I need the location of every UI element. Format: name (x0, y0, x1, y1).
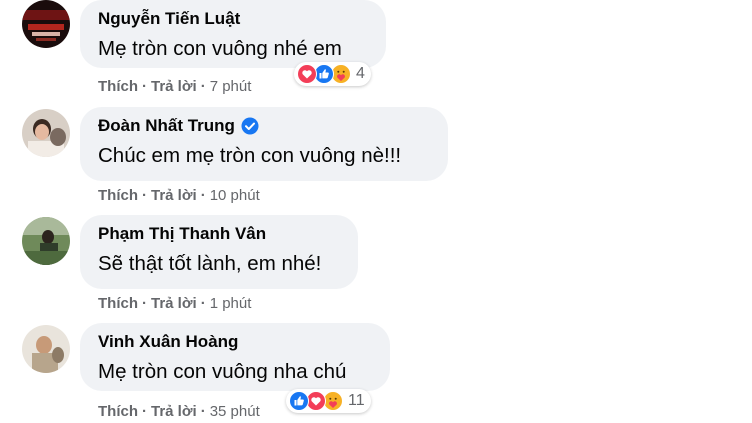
avatar[interactable] (22, 325, 70, 373)
reply-button[interactable]: Trả lời (151, 402, 197, 422)
comment-bubble: Phạm Thị Thanh Vân Sẽ thật tốt lành, em … (80, 215, 358, 289)
avatar[interactable] (22, 0, 70, 48)
reaction-count: 11 (348, 392, 365, 409)
love-icon (306, 391, 326, 411)
comment-time[interactable]: 7 phút (210, 77, 252, 97)
like-button[interactable]: Thích (98, 77, 138, 97)
commenter-name[interactable]: Vinh Xuân Hoàng (98, 331, 372, 353)
like-icon (314, 64, 334, 84)
reaction-summary[interactable]: 4 (294, 62, 371, 86)
commenter-name-text[interactable]: Vinh Xuân Hoàng (98, 331, 238, 353)
care-icon (331, 64, 351, 84)
comment-time[interactable]: 35 phút (210, 402, 260, 422)
like-button[interactable]: Thích (98, 186, 138, 206)
separator: · (200, 295, 206, 312)
comment-actions: Thích · Trả lời · 10 phút (98, 186, 260, 206)
comment-actions: Thích · Trả lời · 35 phút (98, 402, 260, 422)
like-button[interactable]: Thích (98, 402, 138, 422)
commenter-name[interactable]: Phạm Thị Thanh Vân (98, 223, 340, 245)
commenter-name[interactable]: Đoàn Nhất Trung (98, 115, 430, 137)
comment-text: Mẹ tròn con vuông nha chú (98, 360, 347, 383)
reaction-count: 4 (356, 65, 365, 82)
avatar[interactable] (22, 217, 70, 265)
commenter-name-text[interactable]: Đoàn Nhất Trung (98, 115, 235, 137)
commenter-name-text[interactable]: Nguyễn Tiến Luật (98, 8, 240, 30)
comment-text: Mẹ tròn con vuông nhé em (98, 37, 342, 60)
commenter-name[interactable]: Nguyễn Tiến Luật (98, 8, 368, 30)
separator: · (200, 187, 206, 204)
comment-actions: Thích · Trả lời · 7 phút (98, 77, 251, 97)
comment-time[interactable]: 1 phút (210, 294, 252, 314)
comment-bubble: Nguyễn Tiến Luật Mẹ tròn con vuông nhé e… (80, 0, 386, 68)
separator: · (142, 295, 147, 312)
care-icon (323, 391, 343, 411)
avatar[interactable] (22, 109, 70, 157)
like-icon (289, 391, 309, 411)
separator: · (142, 403, 147, 420)
reply-button[interactable]: Trả lời (151, 294, 197, 314)
comment-text: Chúc em mẹ tròn con vuông nè!!! (98, 144, 402, 167)
comment-actions: Thích · Trả lời · 1 phút (98, 294, 251, 314)
comment-bubble: Đoàn Nhất Trung Chúc em mẹ tròn con vuôn… (80, 107, 448, 181)
separator: · (142, 78, 147, 95)
comment-bubble: Vinh Xuân Hoàng Mẹ tròn con vuông nha ch… (80, 323, 390, 391)
comment-time[interactable]: 10 phút (210, 186, 260, 206)
comment-text: Sẽ thật tốt lành, em nhé! (98, 252, 322, 275)
reply-button[interactable]: Trả lời (151, 186, 197, 206)
reaction-summary[interactable]: 11 (286, 389, 371, 413)
commenter-name-text[interactable]: Phạm Thị Thanh Vân (98, 223, 266, 245)
verified-badge-icon (241, 117, 259, 135)
separator: · (200, 403, 206, 420)
reply-button[interactable]: Trả lời (151, 77, 197, 97)
like-button[interactable]: Thích (98, 294, 138, 314)
love-icon (297, 64, 317, 84)
separator: · (200, 78, 206, 95)
separator: · (142, 187, 147, 204)
